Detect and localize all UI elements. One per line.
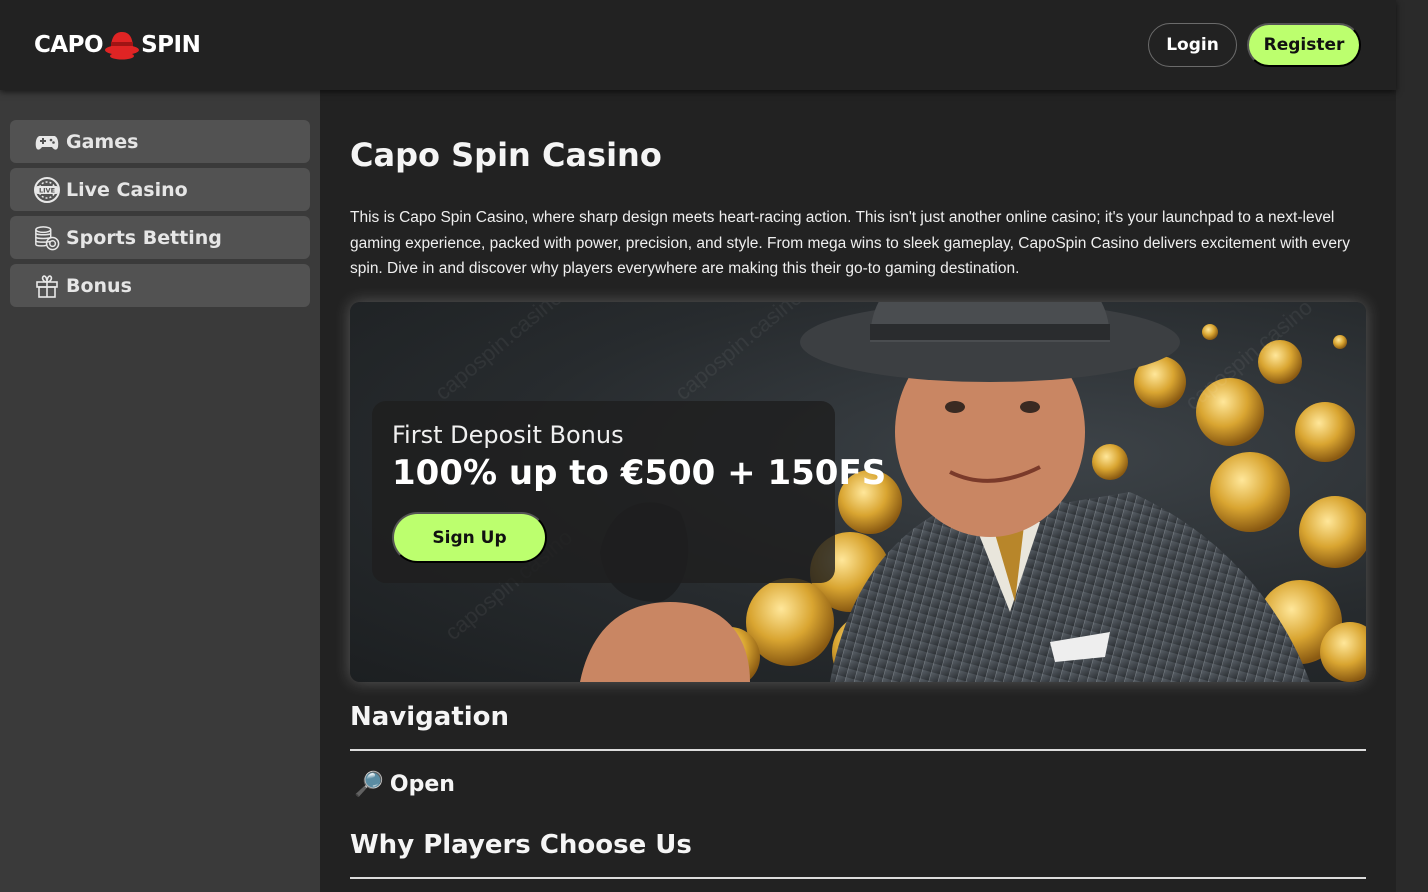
toc-open-toggle[interactable]: 🔎 Open	[354, 770, 455, 798]
why-players-heading: Why Players Choose Us	[350, 830, 692, 860]
sidebar-item-sports-betting[interactable]: Sports Betting	[10, 216, 310, 259]
magnifier-icon: 🔎	[354, 770, 384, 798]
logo-text-right: SPIN	[141, 32, 201, 58]
gift-icon	[34, 273, 60, 299]
sidebar-item-label: Bonus	[66, 274, 132, 297]
sidebar-item-label: Games	[66, 130, 139, 153]
divider	[350, 877, 1366, 879]
svg-text:LIVE: LIVE	[39, 186, 55, 194]
page-title: Capo Spin Casino	[350, 136, 662, 174]
right-scroll-gutter	[1396, 0, 1428, 892]
sidebar-item-label: Sports Betting	[66, 226, 222, 249]
sidebar-item-label: Live Casino	[66, 178, 188, 201]
hat-logo-icon	[105, 32, 140, 60]
coins-stack-icon	[34, 225, 60, 251]
promo-banner: capospin.casino capospin.casino capospin…	[350, 302, 1366, 682]
sidebar-item-bonus[interactable]: Bonus	[10, 264, 310, 307]
sign-up-button[interactable]: Sign Up	[392, 512, 547, 563]
main-content: Capo Spin Casino This is Capo Spin Casin…	[320, 90, 1396, 892]
divider	[350, 749, 1366, 751]
toc-open-label: Open	[389, 771, 455, 797]
sidebar-item-live-casino[interactable]: LIVE Live Casino	[10, 168, 310, 211]
promo-offer: 100% up to €500 + 150FS	[392, 453, 887, 493]
logo-text-left: CAPO	[34, 32, 104, 58]
live-icon: LIVE	[34, 176, 60, 203]
intro-paragraph: This is Capo Spin Casino, where sharp de…	[350, 209, 1350, 277]
gamepad-icon	[34, 129, 60, 155]
sidebar-item-games[interactable]: Games	[10, 120, 310, 163]
site-logo[interactable]: CAPO SPIN	[34, 27, 201, 63]
sidebar: Games LIVE Live Casino Sports Betting Bo…	[0, 90, 320, 892]
promo-card: First Deposit Bonus 100% up to €500 + 15…	[372, 401, 886, 583]
navigation-heading: Navigation	[350, 702, 510, 732]
promo-subtitle: First Deposit Bonus	[392, 421, 624, 449]
register-button[interactable]: Register	[1247, 23, 1361, 67]
login-button[interactable]: Login	[1148, 23, 1237, 67]
site-header: CAPO SPIN Login Register	[0, 0, 1396, 90]
